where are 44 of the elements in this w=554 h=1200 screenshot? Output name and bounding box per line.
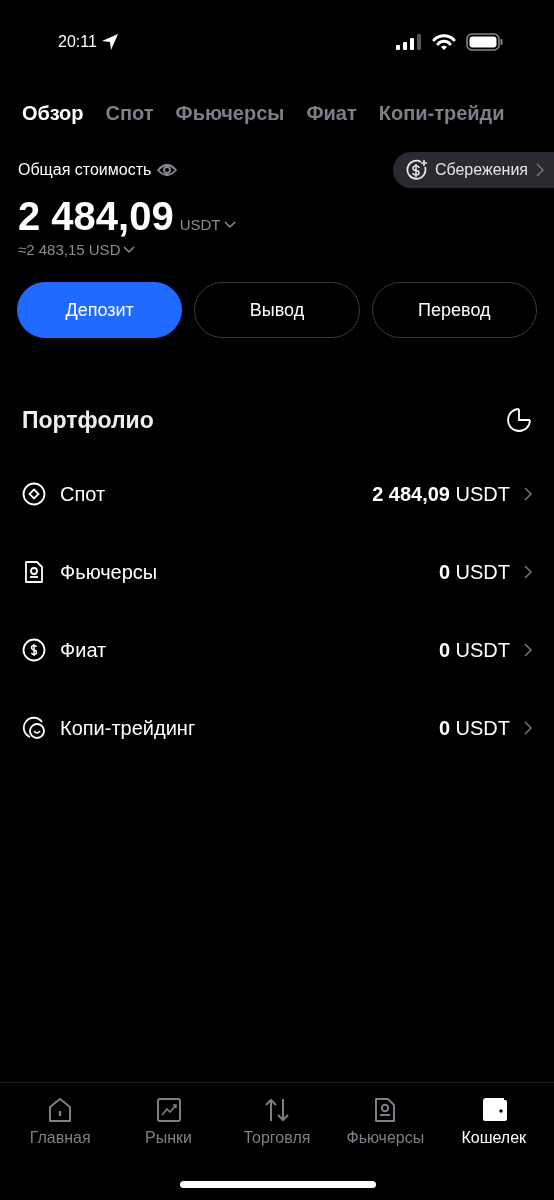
portfolio-item[interactable]: Копи-трейдинг 0 USDT (22, 689, 532, 767)
chevron-right-icon (524, 565, 532, 579)
signal-icon (396, 34, 422, 50)
tab[interactable]: Копи-трейди (378, 102, 505, 132)
circles-icon (22, 716, 46, 740)
deposit-button[interactable]: Депозит (17, 282, 183, 338)
nav-tab[interactable]: Фьючерсы (340, 1097, 431, 1147)
balance-amount: 2 484,09 (18, 194, 174, 239)
approx-usd-value: ≈2 483,15 USD (18, 241, 121, 258)
nav-tab[interactable]: Главная (15, 1097, 106, 1147)
portfolio-item[interactable]: Спот 2 484,09 USDT (22, 455, 532, 533)
portfolio-item[interactable]: Фьючерсы 0 USDT (22, 533, 532, 611)
wallet-icon (480, 1097, 507, 1123)
chart-icon (155, 1097, 182, 1123)
chevron-right-icon (524, 643, 532, 657)
nav-tab[interactable]: Рынки (123, 1097, 214, 1147)
arrows-up-down-icon (263, 1097, 290, 1123)
chevron-right-icon (524, 721, 532, 735)
document-person-icon (22, 560, 46, 584)
nav-tab[interactable]: Торговля (231, 1097, 322, 1147)
tab[interactable]: Фьючерсы (175, 102, 285, 132)
tab[interactable]: Фиат (306, 102, 357, 132)
dollar-circle-icon (22, 638, 46, 662)
chevron-down-icon (223, 220, 236, 229)
chevron-right-icon (524, 487, 532, 501)
currency-selector[interactable]: USDT (179, 216, 236, 233)
diamond-circle-icon (22, 482, 46, 506)
wifi-icon (432, 33, 456, 51)
portfolio-title: Портфолио (22, 406, 154, 434)
chevron-right-icon (536, 163, 544, 177)
pie-chart-icon[interactable] (506, 407, 532, 433)
battery-icon (466, 33, 504, 51)
eye-icon (157, 163, 178, 177)
clock-time: 20:11 (58, 33, 97, 51)
tab[interactable]: Обзор (22, 102, 84, 132)
total-value-label: Общая стоимость (18, 161, 152, 179)
savings-button[interactable]: Сбережения (392, 152, 554, 188)
tab[interactable]: Спот (105, 102, 154, 132)
portfolio-item[interactable]: Фиат 0 USDT (22, 611, 532, 689)
dollar-plus-icon (404, 159, 427, 181)
nav-tab[interactable]: Кошелек (448, 1097, 539, 1147)
home-icon (47, 1097, 74, 1123)
chevron-down-icon[interactable] (123, 245, 136, 254)
location-arrow-icon (100, 33, 119, 51)
